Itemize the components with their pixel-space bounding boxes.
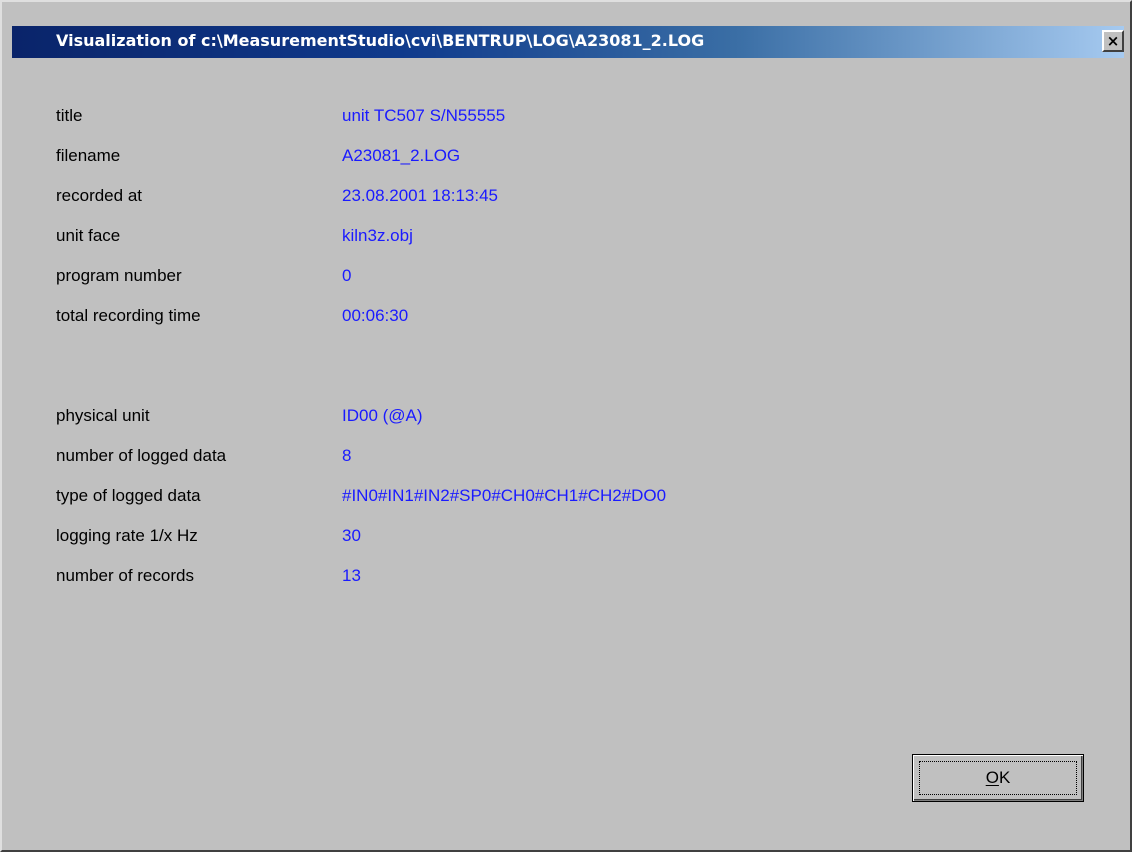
close-icon: × [1106, 31, 1120, 50]
value-filename: A23081_2.LOG [342, 146, 461, 165]
label-number-of-logged-data: number of logged data [56, 446, 227, 465]
ok-button-mnemonic: O [985, 768, 999, 787]
label-unit-face: unit face [56, 226, 121, 245]
info-row-number-of-records: number of records 13 [2, 566, 1102, 590]
label-type-of-logged-data: type of logged data [56, 486, 201, 505]
info-row-logging-rate: logging rate 1/x Hz 30 [2, 526, 1102, 550]
label-program-number: program number [56, 266, 182, 285]
value-total-recording-time: 00:06:30 [342, 306, 409, 325]
label-title: title [56, 106, 83, 125]
label-number-of-records: number of records [56, 566, 194, 585]
title-bar[interactable]: Visualization of c:\MeasurementStudio\cv… [12, 26, 1124, 58]
info-row-number-of-logged-data: number of logged data 8 [2, 446, 1102, 470]
info-row-recorded-at: recorded at 23.08.2001 18:13:45 [2, 186, 1102, 210]
window-title: Visualization of c:\MeasurementStudio\cv… [56, 31, 705, 50]
info-row-total-recording-time: total recording time 00:06:30 [2, 306, 1102, 330]
value-type-of-logged-data: #IN0#IN1#IN2#SP0#CH0#CH1#CH2#DO0 [342, 486, 667, 505]
ok-button[interactable]: OK [912, 754, 1084, 802]
info-row-type-of-logged-data: type of logged data #IN0#IN1#IN2#SP0#CH0… [2, 486, 1102, 510]
info-row-filename: filename A23081_2.LOG [2, 146, 1102, 170]
info-row-title: title unit TC507 S/N55555 [2, 106, 1102, 130]
dialog-window: Visualization of c:\MeasurementStudio\cv… [0, 0, 1132, 852]
label-total-recording-time: total recording time [56, 306, 201, 325]
value-number-of-logged-data: 8 [342, 446, 352, 465]
value-logging-rate: 30 [342, 526, 361, 545]
value-title: unit TC507 S/N55555 [342, 106, 506, 125]
label-recorded-at: recorded at [56, 186, 142, 205]
value-program-number: 0 [342, 266, 352, 285]
value-unit-face: kiln3z.obj [342, 226, 413, 245]
close-button[interactable]: × [1102, 30, 1124, 52]
label-filename: filename [56, 146, 121, 165]
value-physical-unit: ID00 (@A) [342, 406, 423, 425]
info-row-program-number: program number 0 [2, 266, 1102, 290]
value-number-of-records: 13 [342, 566, 361, 585]
label-physical-unit: physical unit [56, 406, 150, 425]
info-row-physical-unit: physical unit ID00 (@A) [2, 406, 1102, 430]
info-row-unit-face: unit face kiln3z.obj [2, 226, 1102, 250]
label-logging-rate: logging rate 1/x Hz [56, 526, 198, 545]
value-recorded-at: 23.08.2001 18:13:45 [342, 186, 498, 205]
